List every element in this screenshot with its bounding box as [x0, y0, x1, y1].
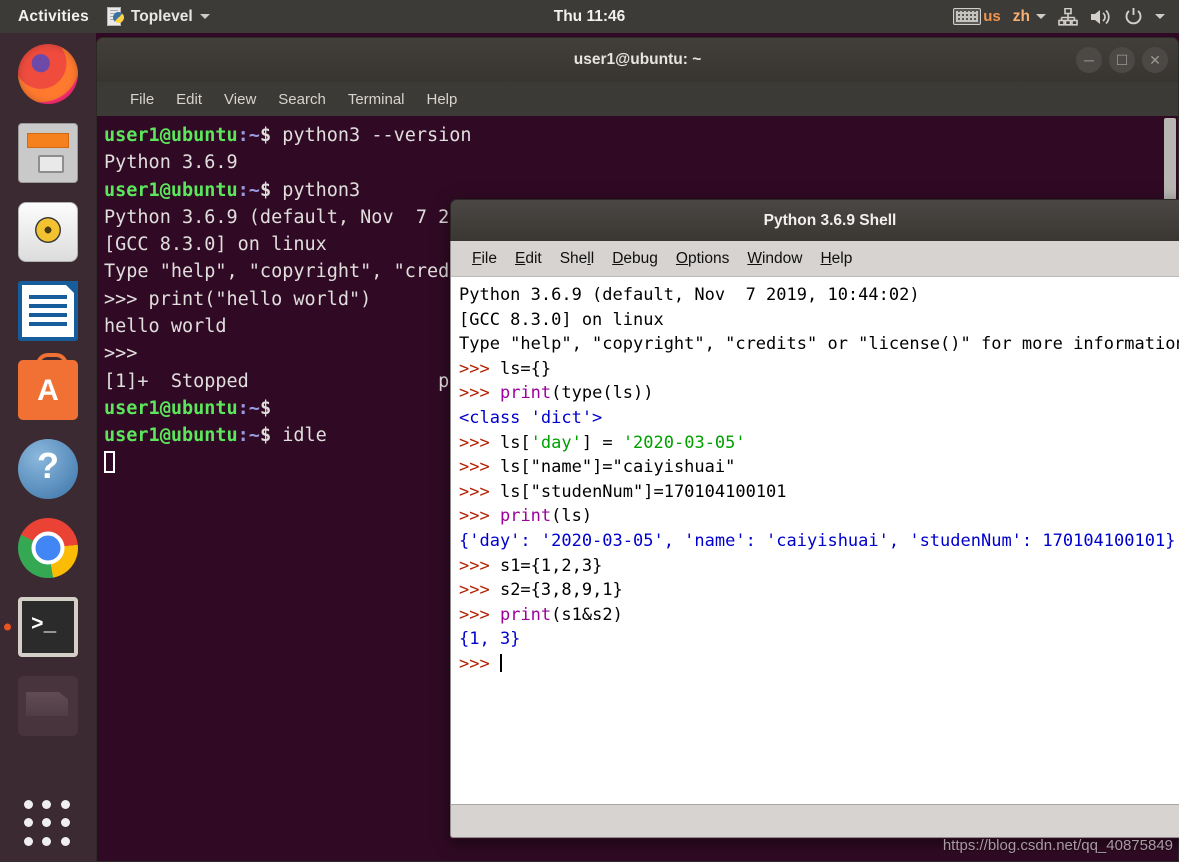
dock-item-firefox[interactable] — [15, 41, 81, 107]
terminal-menu-help[interactable]: Help — [416, 89, 469, 110]
minimize-button[interactable]: ─ — [1076, 47, 1102, 73]
close-button[interactable]: ✕ — [1142, 47, 1168, 73]
input-method-indicator[interactable]: zh — [1013, 8, 1046, 26]
dock-item-files[interactable] — [15, 120, 81, 186]
chevron-down-icon — [200, 14, 210, 19]
idle-menu-edit[interactable]: Edit — [506, 248, 551, 270]
python-shell-menubar: File Edit Shell Debug Options Window Hel… — [450, 241, 1179, 277]
desktop-screen: Activities Toplevel Thu 11:46 us zh — [0, 0, 1179, 862]
idle-menu-file[interactable]: File — [463, 248, 506, 270]
system-menu-chevron-icon[interactable] — [1155, 14, 1165, 19]
app-menu-label: Toplevel — [131, 8, 193, 26]
app-menu-button[interactable]: Toplevel — [99, 7, 218, 27]
idle-menu-help[interactable]: Help — [811, 248, 861, 270]
terminal-menu-file[interactable]: File — [119, 89, 165, 110]
top-bar-right: us zh — [953, 7, 1179, 26]
idle-menu-shell[interactable]: Shell — [551, 248, 604, 270]
keyboard-layout-label: us — [983, 8, 1001, 25]
dock-item-chrome[interactable] — [15, 515, 81, 581]
dock-item-help[interactable] — [15, 436, 81, 502]
dock-item-rhythmbox[interactable] — [15, 199, 81, 265]
volume-icon[interactable] — [1090, 8, 1112, 26]
python-shell-titlebar[interactable]: Python 3.6.9 Shell — [450, 199, 1179, 241]
chrome-icon — [18, 518, 78, 578]
files-icon — [18, 123, 78, 183]
trash-icon — [18, 676, 78, 736]
terminal-window-buttons: ─ ☐ ✕ — [1076, 47, 1168, 73]
ubuntu-software-icon — [18, 360, 78, 420]
dock-item-writer[interactable] — [15, 278, 81, 344]
clock-day: Thu — [554, 8, 582, 25]
dock-item-trash[interactable] — [15, 673, 81, 739]
terminal-menu-edit[interactable]: Edit — [165, 89, 213, 110]
help-icon — [18, 439, 78, 499]
maximize-button[interactable]: ☐ — [1109, 47, 1135, 73]
ubuntu-dock — [0, 33, 96, 862]
watermark-text: https://blog.csdn.net/qq_40875849 — [943, 837, 1173, 854]
chevron-down-icon — [1036, 14, 1046, 19]
python-shell-body[interactable]: Python 3.6.9 (default, Nov 7 2019, 10:44… — [450, 277, 1179, 804]
libreoffice-writer-icon — [18, 281, 78, 341]
dock-item-software[interactable] — [15, 357, 81, 423]
terminal-title: user1@ubuntu: ~ — [574, 51, 702, 69]
python-shell-statusbar — [450, 804, 1179, 838]
terminal-menubar: File Edit View Search Terminal Help — [96, 82, 1179, 116]
idle-menu-window[interactable]: Window — [738, 248, 811, 270]
top-bar-left: Activities Toplevel — [0, 7, 218, 27]
firefox-icon — [18, 44, 78, 104]
dock-item-terminal[interactable] — [15, 594, 81, 660]
idle-menu-options[interactable]: Options — [667, 248, 738, 270]
python-shell-window: Python 3.6.9 Shell File Edit Shell Debug… — [450, 199, 1179, 839]
input-method-label: zh — [1013, 8, 1030, 26]
terminal-menu-view[interactable]: View — [213, 89, 267, 110]
keyboard-layout-indicator[interactable]: us — [953, 8, 1001, 25]
clock-time: 11:46 — [586, 8, 625, 25]
rhythmbox-icon — [18, 202, 78, 262]
terminal-titlebar[interactable]: user1@ubuntu: ~ ─ ☐ ✕ — [96, 37, 1179, 82]
power-icon[interactable] — [1124, 7, 1143, 26]
keyboard-icon — [953, 8, 981, 25]
terminal-menu-search[interactable]: Search — [267, 89, 337, 110]
python-shell-output: Python 3.6.9 (default, Nov 7 2019, 10:44… — [459, 283, 1179, 677]
running-indicator-dot — [4, 624, 11, 631]
python-shell-title: Python 3.6.9 Shell — [764, 212, 897, 230]
python-icon — [107, 7, 124, 27]
terminal-icon — [18, 597, 78, 657]
terminal-menu-terminal[interactable]: Terminal — [337, 89, 416, 110]
network-icon[interactable] — [1058, 8, 1078, 26]
gnome-top-bar: Activities Toplevel Thu 11:46 us zh — [0, 0, 1179, 33]
idle-menu-debug[interactable]: Debug — [603, 248, 667, 270]
activities-button[interactable]: Activities — [0, 8, 99, 26]
show-applications-button[interactable] — [24, 800, 72, 848]
